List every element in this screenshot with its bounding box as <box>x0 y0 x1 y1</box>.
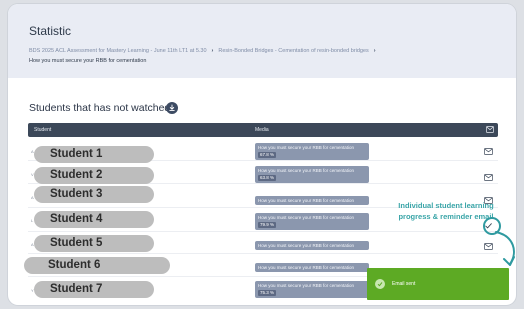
student-name: Student 2 <box>34 167 154 184</box>
media-title: How you must secure your RBB for cementa… <box>258 168 355 173</box>
student-name: Student 3 <box>34 186 154 203</box>
column-header-student[interactable]: Student <box>34 127 51 133</box>
student-name: Student 6 <box>24 257 170 274</box>
mail-icon[interactable] <box>484 174 493 181</box>
section-title: Students that has not watched <box>29 102 171 114</box>
progress-badge: 79.9 % <box>258 222 277 228</box>
media-title: How you must secure your RBB for cementa… <box>258 283 355 288</box>
media-title: How you must secure your RBB for cementa… <box>258 145 355 150</box>
student-name: Student 4 <box>34 211 154 228</box>
check-icon <box>375 279 385 289</box>
media-title: How you must secure your RBB for cementa… <box>258 265 355 270</box>
student-name: Student 1 <box>34 146 154 163</box>
media-title: How you must secure your RBB for cementa… <box>258 215 355 220</box>
media-cell[interactable]: How you must secure your RBB for cementa… <box>255 263 369 272</box>
media-cell[interactable]: How you must secure your RBB for cementa… <box>255 143 369 160</box>
student-name: Student 5 <box>34 235 154 252</box>
student-name: Student 7 <box>34 281 154 298</box>
breadcrumb: BDS 2025 ACL Assessment for Mastery Lear… <box>29 48 381 54</box>
table-header: Student Media <box>28 123 498 137</box>
statistic-header: Statistic BDS 2025 ACL Assessment for Ma… <box>8 4 516 78</box>
chevron-right-icon: › <box>211 48 214 54</box>
media-cell[interactable]: How you must secure your RBB for cementa… <box>255 281 369 298</box>
student-initial: L <box>31 218 34 223</box>
progress-badge: 75.3 % <box>258 290 277 296</box>
mail-icon[interactable] <box>486 126 494 133</box>
download-icon[interactable] <box>166 102 178 114</box>
column-header-media[interactable]: Media <box>255 127 269 133</box>
table-row: A Student 5 How you must secure your RBB… <box>28 232 498 254</box>
table-row: A Student 1 How you must secure your RBB… <box>28 139 498 163</box>
breadcrumb-course[interactable]: BDS 2025 ACL Assessment for Mastery Lear… <box>29 48 207 54</box>
media-cell[interactable]: How you must secure your RBB for cementa… <box>255 196 369 205</box>
breadcrumb-module[interactable]: Resin-Bonded Bridges - Cementation of re… <box>218 48 368 54</box>
progress-badge: 63.8 % <box>258 175 277 181</box>
toast-message: Email sent <box>392 281 416 287</box>
page-title: Statistic <box>29 24 72 38</box>
media-cell[interactable]: How you must secure your RBB for cementa… <box>255 213 369 230</box>
progress-badge: 67.8 % <box>258 152 277 158</box>
breadcrumb-lesson: How you must secure your RBB for cementa… <box>29 58 147 64</box>
statistic-panel: Statistic BDS 2025 ACL Assessment for Ma… <box>8 4 516 305</box>
media-cell[interactable]: How you must secure your RBB for cementa… <box>255 241 369 250</box>
media-title: How you must secure your RBB for cementa… <box>258 243 355 248</box>
media-title: How you must secure your RBB for cementa… <box>258 198 355 203</box>
chevron-right-icon: › <box>373 48 376 54</box>
toast-notification[interactable]: Email sent <box>367 268 509 300</box>
table-row: V Student 2 How you must secure your RBB… <box>28 162 498 184</box>
mail-icon[interactable] <box>484 148 493 155</box>
media-cell[interactable]: How you must secure your RBB for cementa… <box>255 166 369 183</box>
